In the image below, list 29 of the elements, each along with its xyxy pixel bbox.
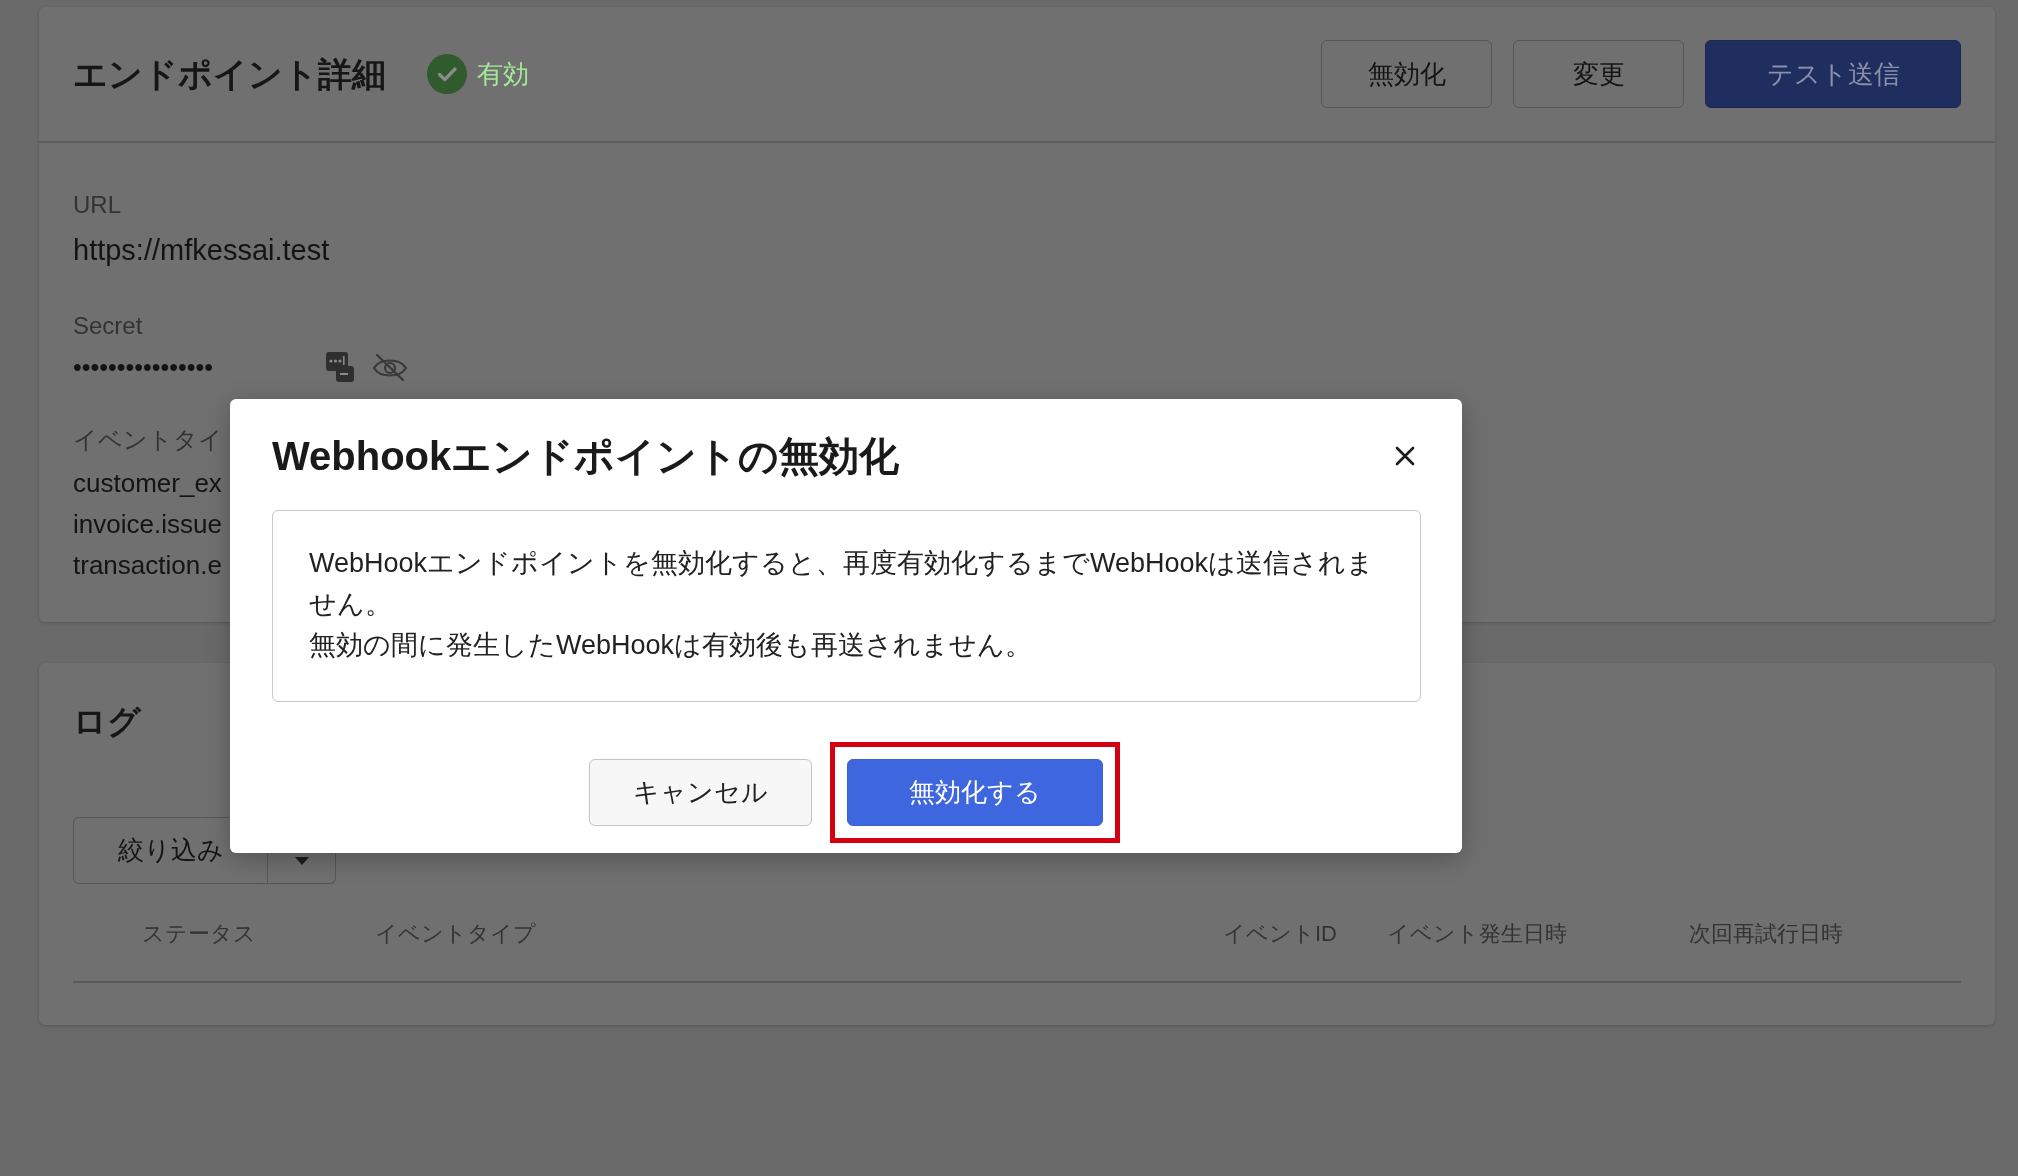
dialog-message: WebHookエンドポイントを無効化すると、再度有効化するまでWebHookは送信されません。 <box>309 547 1376 621</box>
close-icon[interactable] <box>1395 446 1415 466</box>
section-title: ログ <box>73 704 141 740</box>
event-type-value: customer_ex <box>73 467 222 500</box>
action-button[interactable]: 無効化 <box>1321 40 1492 108</box>
column-header: イベント発生日時 <box>1387 921 1567 946</box>
status-label: 有効 <box>477 58 529 90</box>
column-header: 次回再試行日時 <box>1689 921 1843 946</box>
column-header: ステータス <box>142 921 256 946</box>
field-label: Secret <box>73 311 143 341</box>
event-type-value: transaction.e <box>73 549 222 582</box>
column-header: イベントID <box>1223 921 1337 946</box>
secret-value: •••••••••••••••• <box>73 352 214 382</box>
eye-off-icon[interactable] <box>372 352 408 382</box>
field-label: URL <box>73 190 121 220</box>
filter-button[interactable]: 絞り込み <box>73 817 268 884</box>
field-label: イベントタイ <box>73 425 223 455</box>
send-test-button[interactable]: テスト送信 <box>1705 40 1961 108</box>
column-header: イベントタイプ <box>375 921 536 946</box>
dialog-message: 無効の間に発生したWebHookは有効後も再送されません。 <box>309 629 1034 662</box>
password-icon[interactable] <box>326 352 354 382</box>
event-type-value: invoice.issue <box>73 508 222 541</box>
caret-icon <box>294 857 309 865</box>
dialog-title: Webhookエンドポイントの無効化 <box>272 434 900 478</box>
action-button[interactable]: 変更 <box>1513 40 1684 108</box>
cancel-button[interactable]: キャンセル <box>589 759 812 826</box>
card-title: エンドポイント詳細 <box>73 54 386 95</box>
field-value: https://mfkessai.test <box>73 233 330 268</box>
confirm-button[interactable]: 無効化する <box>847 759 1103 826</box>
